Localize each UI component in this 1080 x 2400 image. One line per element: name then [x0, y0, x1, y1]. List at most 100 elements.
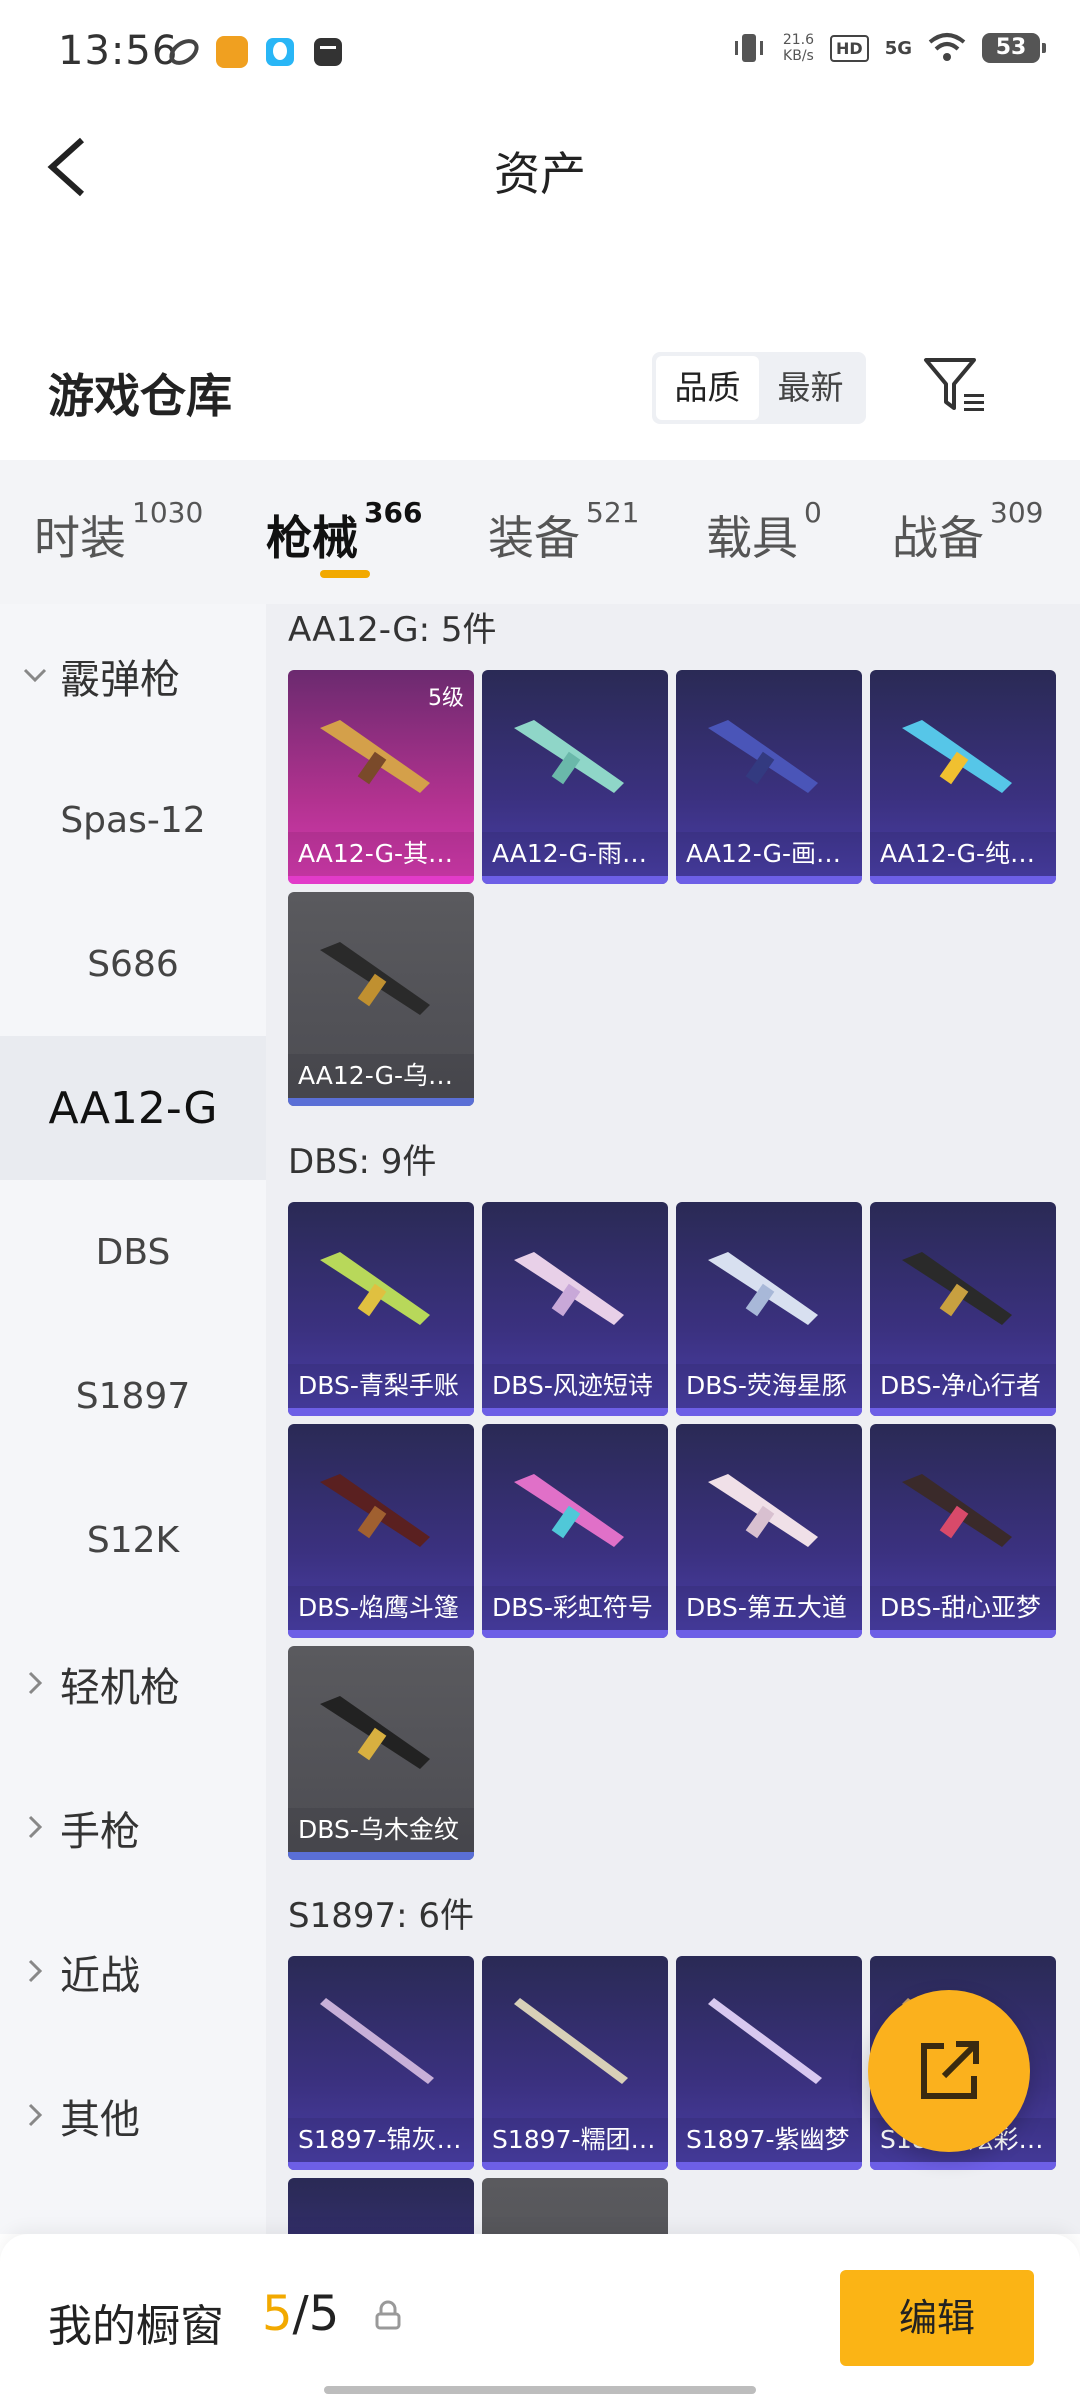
tab-firearms[interactable]: 枪械 366 — [266, 496, 422, 568]
gun-skin-icon — [320, 942, 430, 1015]
chevron-right-icon — [28, 1959, 43, 1983]
gun-skin-icon — [320, 1252, 430, 1325]
gun-skin-icon — [708, 720, 818, 793]
qq-icon — [266, 38, 294, 66]
skin-card[interactable]: DBS-焰鹰斗篷 — [288, 1424, 474, 1638]
battery-icon: 53 — [982, 33, 1046, 63]
tab-label: 时装 — [34, 511, 126, 565]
active-tab-indicator — [320, 570, 370, 578]
skin-card[interactable] — [288, 2178, 474, 2234]
sidebar-group-label: 其他 — [60, 2097, 140, 2143]
skin-card[interactable]: DBS-彩虹符号 — [482, 1424, 668, 1638]
sidebar-group-pistol[interactable]: 手枪 — [0, 1756, 266, 1900]
skin-card[interactable]: DBS-青梨手账 — [288, 1202, 474, 1416]
gun-skin-icon — [320, 1696, 430, 1769]
page-title: 资产 — [494, 147, 586, 201]
sort-newest-button[interactable]: 最新 — [759, 356, 862, 420]
sidebar-group-label: 霰弹枪 — [60, 657, 180, 703]
tab-label: 枪械 — [266, 511, 358, 565]
showcase-total: 5 — [308, 2286, 340, 2342]
sidebar-item-s686[interactable]: S686 — [0, 892, 266, 1036]
skin-card[interactable]: DBS-净心行者 — [870, 1202, 1056, 1416]
skin-name: DBS-焰鹰斗篷 — [288, 1586, 474, 1630]
wifi-icon — [928, 33, 966, 61]
gun-skin-icon — [708, 1252, 818, 1325]
gun-skin-icon — [320, 720, 430, 793]
game-app-icon — [216, 36, 248, 68]
gun-skin-icon — [514, 1998, 628, 2084]
app-swirl-icon — [169, 39, 199, 65]
chevron-right-icon — [28, 1815, 43, 1839]
tab-count: 309 — [990, 496, 1044, 529]
showcase-separator: / — [292, 2286, 309, 2342]
showcase-bar: 我的橱窗 5/5 编辑 — [0, 2234, 1080, 2400]
skin-name: DBS-净心行者 — [870, 1364, 1056, 1408]
gun-skin-icon — [708, 1474, 818, 1547]
skin-card[interactable]: DBS-第五大道 — [676, 1424, 862, 1638]
tab-count: 1030 — [132, 496, 204, 529]
skin-name: S1897-锦灰… — [288, 2118, 474, 2162]
skin-name: DBS-甜心亚梦 — [870, 1586, 1056, 1630]
skin-card[interactable] — [482, 2178, 668, 2234]
skin-name: AA12-G-乌… — [288, 1054, 474, 1098]
gun-skin-icon — [902, 1252, 1012, 1325]
tab-equipment[interactable]: 装备 521 — [488, 496, 639, 568]
chevron-right-icon — [28, 1671, 43, 1695]
skin-card[interactable]: AA12-G-画… — [676, 670, 862, 884]
skin-name: AA12-G-其… — [288, 832, 474, 876]
sidebar-group-other[interactable]: 其他 — [0, 2044, 266, 2188]
sidebar-item-spas12[interactable]: Spas-12 — [0, 748, 266, 892]
sidebar-item-aa12g[interactable]: AA12-G — [0, 1036, 266, 1180]
skin-card[interactable]: S1897-糯团… — [482, 1956, 668, 2170]
section-title: DBS: 9件 — [288, 1142, 437, 1182]
skin-card[interactable]: AA12-G-纯… — [870, 670, 1056, 884]
sidebar-group-shotgun[interactable]: 霰弹枪 — [0, 604, 266, 748]
tab-fashion[interactable]: 时装 1030 — [34, 496, 203, 568]
skin-name: AA12-G-纯… — [870, 832, 1056, 876]
section-title: AA12-G: 5件 — [288, 610, 497, 650]
skin-card[interactable]: AA12-G-雨… — [482, 670, 668, 884]
skin-name: DBS-荧海星豚 — [676, 1364, 862, 1408]
skin-card[interactable]: AA12-G-乌… — [288, 892, 474, 1106]
skin-card[interactable]: S1897-锦灰… — [288, 1956, 474, 2170]
home-indicator[interactable] — [324, 2386, 756, 2394]
lock-icon — [375, 2300, 401, 2330]
tab-combat-gear[interactable]: 战备 309 — [892, 496, 1043, 568]
sidebar-group-melee[interactable]: 近战 — [0, 1900, 266, 2044]
gun-skin-icon — [320, 1474, 430, 1547]
filter-icon[interactable] — [922, 354, 988, 416]
skin-card[interactable]: DBS-乌木金纹 — [288, 1646, 474, 1860]
gun-skin-icon — [514, 720, 624, 793]
share-icon — [921, 2041, 979, 2099]
skin-card[interactable]: DBS-风迹短诗 — [482, 1202, 668, 1416]
weapon-sidebar: 霰弹枪 Spas-12 S686 AA12-G DBS S1897 S12K 轻… — [0, 604, 266, 2234]
showcase-label: 我的橱窗 — [48, 2301, 224, 2352]
skin-card[interactable]: 5级 AA12-G-其… — [288, 670, 474, 884]
chevron-down-icon — [23, 668, 47, 683]
skin-name: AA12-G-画… — [676, 832, 862, 876]
section-title: S1897: 6件 — [288, 1896, 475, 1936]
signal-5g-icon: 5G — [884, 37, 912, 59]
hd-icon: HD — [830, 34, 869, 62]
sidebar-item-s12k[interactable]: S12K — [0, 1468, 266, 1612]
tab-count: 0 — [804, 496, 822, 529]
skin-name: S1897-紫幽梦 — [676, 2118, 862, 2162]
sort-quality-button[interactable]: 品质 — [656, 356, 759, 420]
skin-name: DBS-第五大道 — [676, 1586, 862, 1630]
edit-button[interactable]: 编辑 — [840, 2270, 1034, 2366]
tab-label: 战备 — [892, 511, 984, 565]
sidebar-item-dbs[interactable]: DBS — [0, 1180, 266, 1324]
skin-card[interactable]: S1897-紫幽梦 — [676, 1956, 862, 2170]
skin-name: DBS-乌木金纹 — [288, 1808, 474, 1852]
sidebar-group-lmg[interactable]: 轻机枪 — [0, 1612, 266, 1756]
level-badge: 5级 — [428, 686, 464, 711]
share-button[interactable] — [868, 1990, 1030, 2152]
skin-name: DBS-青梨手账 — [288, 1364, 474, 1408]
tab-vehicles[interactable]: 载具 0 — [706, 496, 822, 568]
sidebar-item-s1897[interactable]: S1897 — [0, 1324, 266, 1468]
tab-count: 366 — [364, 496, 423, 529]
skin-card[interactable]: DBS-荧海星豚 — [676, 1202, 862, 1416]
net-speed-value: 21.6 — [782, 32, 815, 48]
sidebar-group-label: 轻机枪 — [60, 1665, 180, 1711]
skin-card[interactable]: DBS-甜心亚梦 — [870, 1424, 1056, 1638]
